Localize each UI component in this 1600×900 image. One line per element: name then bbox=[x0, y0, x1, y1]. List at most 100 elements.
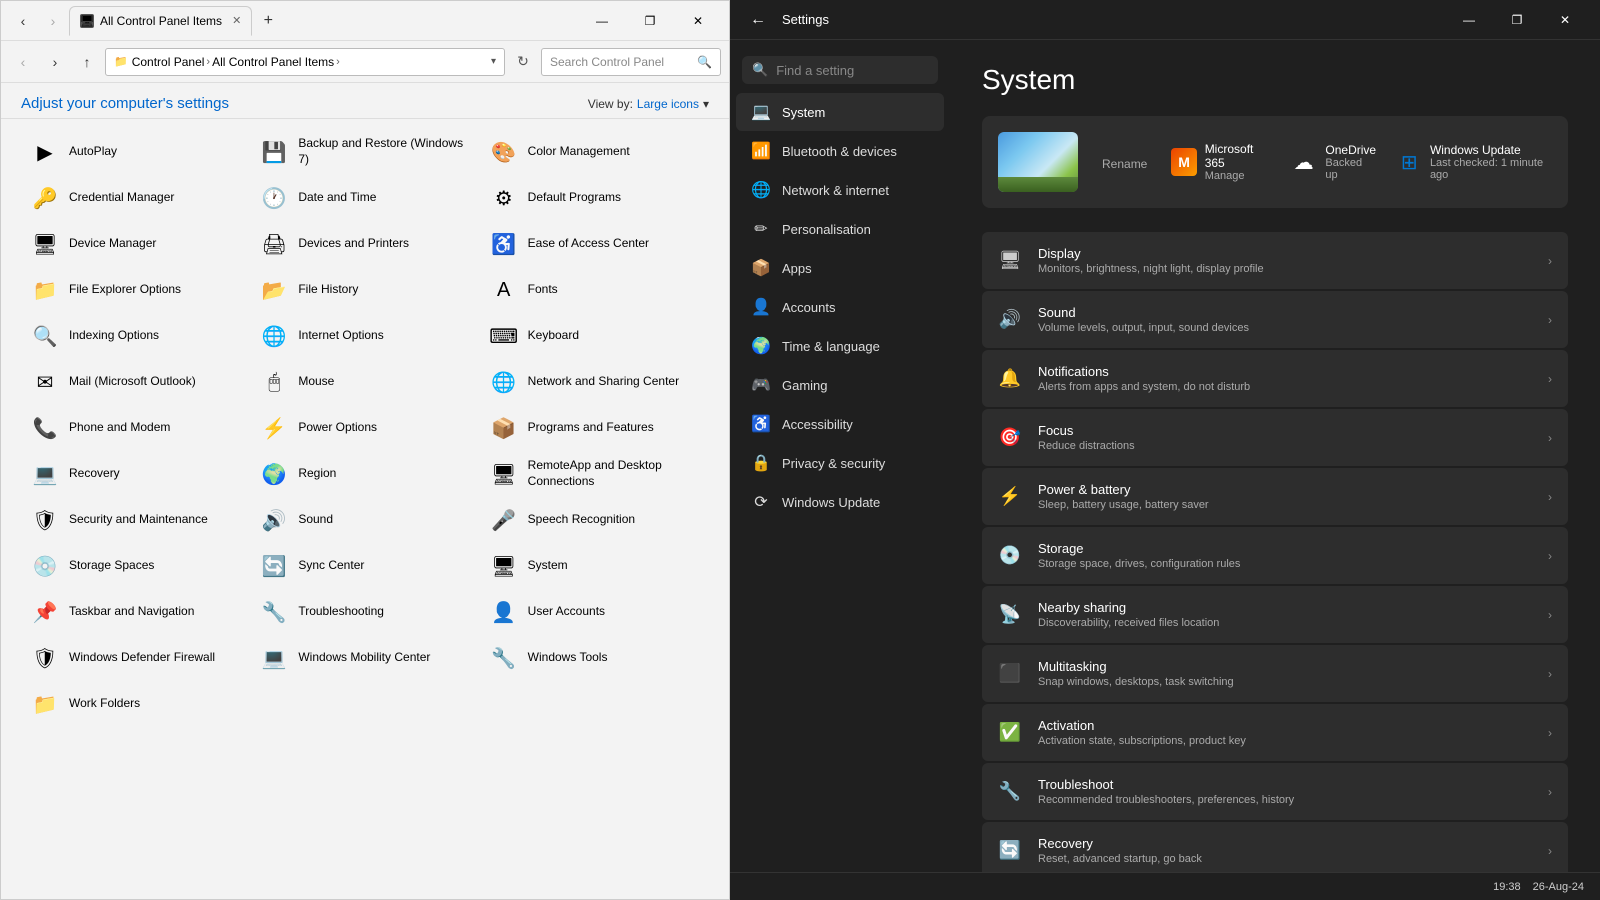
settings-item-icon: 🔧 bbox=[998, 780, 1022, 804]
search-bar[interactable]: Search Control Panel 🔍 bbox=[541, 48, 721, 76]
cp-item[interactable]: 🎤 Speech Recognition bbox=[480, 497, 709, 543]
cp-item[interactable]: 👤 User Accounts bbox=[480, 589, 709, 635]
rename-label[interactable]: Rename bbox=[1102, 157, 1147, 171]
settings-item-recovery[interactable]: 🔄 Recovery Reset, advanced startup, go b… bbox=[982, 822, 1568, 872]
cp-item[interactable]: 💻 Recovery bbox=[21, 451, 250, 497]
onedrive-sub: Backed up bbox=[1325, 157, 1376, 181]
sidebar-item-network--internet[interactable]: 🌐 Network & internet bbox=[736, 171, 944, 209]
cp-item[interactable]: 🌐 Network and Sharing Center bbox=[480, 359, 709, 405]
settings-item-activation[interactable]: ✅ Activation Activation state, subscript… bbox=[982, 704, 1568, 761]
cp-nav-back[interactable]: ‹ bbox=[9, 7, 37, 35]
settings-maximize-button[interactable]: ❐ bbox=[1494, 5, 1540, 35]
settings-back-button[interactable]: ← bbox=[742, 7, 774, 33]
cp-item[interactable]: 🕐 Date and Time bbox=[250, 175, 479, 221]
settings-close-button[interactable]: ✕ bbox=[1542, 5, 1588, 35]
cp-item[interactable]: 🛡 Security and Maintenance bbox=[21, 497, 250, 543]
cp-item[interactable]: 🔑 Credential Manager bbox=[21, 175, 250, 221]
cp-tab-main[interactable]: 🖥 All Control Panel Items ✕ bbox=[69, 6, 252, 36]
sidebar-item-privacy--security[interactable]: 🔒 Privacy & security bbox=[736, 444, 944, 482]
cp-item[interactable]: ⌨ Keyboard bbox=[480, 313, 709, 359]
settings-item-text: Power & battery Sleep, battery usage, ba… bbox=[1038, 482, 1532, 511]
clock-time: 19:38 bbox=[1493, 881, 1521, 893]
settings-item-nearby-sharing[interactable]: 📡 Nearby sharing Discoverability, receiv… bbox=[982, 586, 1568, 643]
cp-item[interactable]: 🔊 Sound bbox=[250, 497, 479, 543]
cp-item[interactable]: 📁 Work Folders bbox=[21, 681, 250, 727]
cp-item-label: User Accounts bbox=[528, 604, 605, 620]
settings-minimize-button[interactable]: — bbox=[1446, 5, 1492, 35]
cp-item[interactable]: 📞 Phone and Modem bbox=[21, 405, 250, 451]
cp-item-icon: 📞 bbox=[29, 412, 61, 444]
cp-nav-forward[interactable]: › bbox=[39, 7, 67, 35]
cp-item[interactable]: 📦 Programs and Features bbox=[480, 405, 709, 451]
cp-item[interactable]: 🌍 Region bbox=[250, 451, 479, 497]
settings-item-focus[interactable]: 🎯 Focus Reduce distractions › bbox=[982, 409, 1568, 466]
cp-item[interactable]: ♿ Ease of Access Center bbox=[480, 221, 709, 267]
address-dropdown-icon[interactable]: ▾ bbox=[491, 56, 496, 67]
cp-item[interactable]: 🔧 Windows Tools bbox=[480, 635, 709, 681]
settings-item-power--battery[interactable]: ⚡ Power & battery Sleep, battery usage, … bbox=[982, 468, 1568, 525]
back-button[interactable]: ‹ bbox=[9, 48, 37, 76]
settings-item-display[interactable]: 🖥 Display Monitors, brightness, night li… bbox=[982, 232, 1568, 289]
sidebar-item-bluetooth--devices[interactable]: 📶 Bluetooth & devices bbox=[736, 132, 944, 170]
settings-item-sound[interactable]: 🔊 Sound Volume levels, output, input, so… bbox=[982, 291, 1568, 348]
cp-item[interactable]: 🔧 Troubleshooting bbox=[250, 589, 479, 635]
sidebar-item-system[interactable]: 💻 System bbox=[736, 93, 944, 131]
settings-item-storage[interactable]: 💿 Storage Storage space, drives, configu… bbox=[982, 527, 1568, 584]
cp-minimize-button[interactable]: — bbox=[579, 6, 625, 36]
sidebar-item-label: Personalisation bbox=[782, 222, 871, 237]
cp-item[interactable]: 📂 File History bbox=[250, 267, 479, 313]
cp-item-label: Network and Sharing Center bbox=[528, 374, 679, 390]
cp-item[interactable]: 🌐 Internet Options bbox=[250, 313, 479, 359]
cp-item[interactable]: 💾 Backup and Restore (Windows 7) bbox=[250, 129, 479, 175]
settings-item-notifications[interactable]: 🔔 Notifications Alerts from apps and sys… bbox=[982, 350, 1568, 407]
cp-item[interactable]: 🖥 Device Manager bbox=[21, 221, 250, 267]
cp-item-icon: A bbox=[488, 274, 520, 306]
cp-item[interactable]: A Fonts bbox=[480, 267, 709, 313]
sidebar-item-accounts[interactable]: 👤 Accounts bbox=[736, 288, 944, 326]
cp-item[interactable]: 🔄 Sync Center bbox=[250, 543, 479, 589]
desktop-thumbnail[interactable] bbox=[998, 132, 1078, 192]
sidebar-item-windows-update[interactable]: ⟳ Windows Update bbox=[736, 483, 944, 521]
address-bar[interactable]: 📁 Control Panel › All Control Panel Item… bbox=[105, 48, 505, 76]
cp-close-button[interactable]: ✕ bbox=[675, 6, 721, 36]
sidebar-item-personalisation[interactable]: ✏ Personalisation bbox=[736, 210, 944, 248]
cp-item[interactable]: ✉ Mail (Microsoft Outlook) bbox=[21, 359, 250, 405]
cp-item[interactable]: ▶ AutoPlay bbox=[21, 129, 250, 175]
breadcrumb-items[interactable]: All Control Panel Items bbox=[212, 55, 334, 69]
hero-app-m365[interactable]: M Microsoft 365 Manage bbox=[1171, 142, 1269, 182]
cp-maximize-button[interactable]: ❐ bbox=[627, 6, 673, 36]
cp-item[interactable]: 🖨 Devices and Printers bbox=[250, 221, 479, 267]
cp-item-icon: 👤 bbox=[488, 596, 520, 628]
sidebar-item-accessibility[interactable]: ♿ Accessibility bbox=[736, 405, 944, 443]
cp-item[interactable]: 📁 File Explorer Options bbox=[21, 267, 250, 313]
settings-item-troubleshoot[interactable]: 🔧 Troubleshoot Recommended troubleshoote… bbox=[982, 763, 1568, 820]
forward-button[interactable]: › bbox=[41, 48, 69, 76]
sidebar-item-apps[interactable]: 📦 Apps bbox=[736, 249, 944, 287]
up-button[interactable]: ↑ bbox=[73, 48, 101, 76]
viewby-chevron[interactable]: ▾ bbox=[703, 97, 709, 111]
hero-app-onedrive[interactable]: ☁ OneDrive Backed up bbox=[1290, 142, 1377, 182]
settings-item-multitasking[interactable]: ⬛ Multitasking Snap windows, desktops, t… bbox=[982, 645, 1568, 702]
cp-item[interactable]: 🔍 Indexing Options bbox=[21, 313, 250, 359]
viewby-value[interactable]: Large icons bbox=[637, 97, 699, 111]
cp-item[interactable]: 🖥 System bbox=[480, 543, 709, 589]
hero-app-wupdate[interactable]: ⊞ Windows Update Last checked: 1 minute … bbox=[1397, 142, 1552, 182]
cp-item[interactable]: 🎨 Color Management bbox=[480, 129, 709, 175]
cp-new-tab[interactable]: + bbox=[254, 7, 282, 35]
sidebar-item-gaming[interactable]: 🎮 Gaming bbox=[736, 366, 944, 404]
cp-tab-close[interactable]: ✕ bbox=[232, 14, 241, 27]
cp-item[interactable]: ⚙ Default Programs bbox=[480, 175, 709, 221]
cp-item[interactable]: 📌 Taskbar and Navigation bbox=[21, 589, 250, 635]
cp-item[interactable]: 🖥 RemoteApp and Desktop Connections bbox=[480, 451, 709, 497]
cp-item[interactable]: 💻 Windows Mobility Center bbox=[250, 635, 479, 681]
cp-item[interactable]: 🛡 Windows Defender Firewall bbox=[21, 635, 250, 681]
cp-item[interactable]: ⚡ Power Options bbox=[250, 405, 479, 451]
cp-item-icon: 🌐 bbox=[488, 366, 520, 398]
refresh-button[interactable]: ↻ bbox=[509, 48, 537, 76]
m365-info: Microsoft 365 Manage bbox=[1205, 142, 1270, 182]
sidebar-item-time--language[interactable]: 🌍 Time & language bbox=[736, 327, 944, 365]
cp-item[interactable]: 🖱 Mouse bbox=[250, 359, 479, 405]
breadcrumb-cp[interactable]: Control Panel bbox=[132, 55, 205, 69]
cp-item[interactable]: 💿 Storage Spaces bbox=[21, 543, 250, 589]
settings-search-bar[interactable]: 🔍 Find a setting bbox=[742, 56, 938, 84]
